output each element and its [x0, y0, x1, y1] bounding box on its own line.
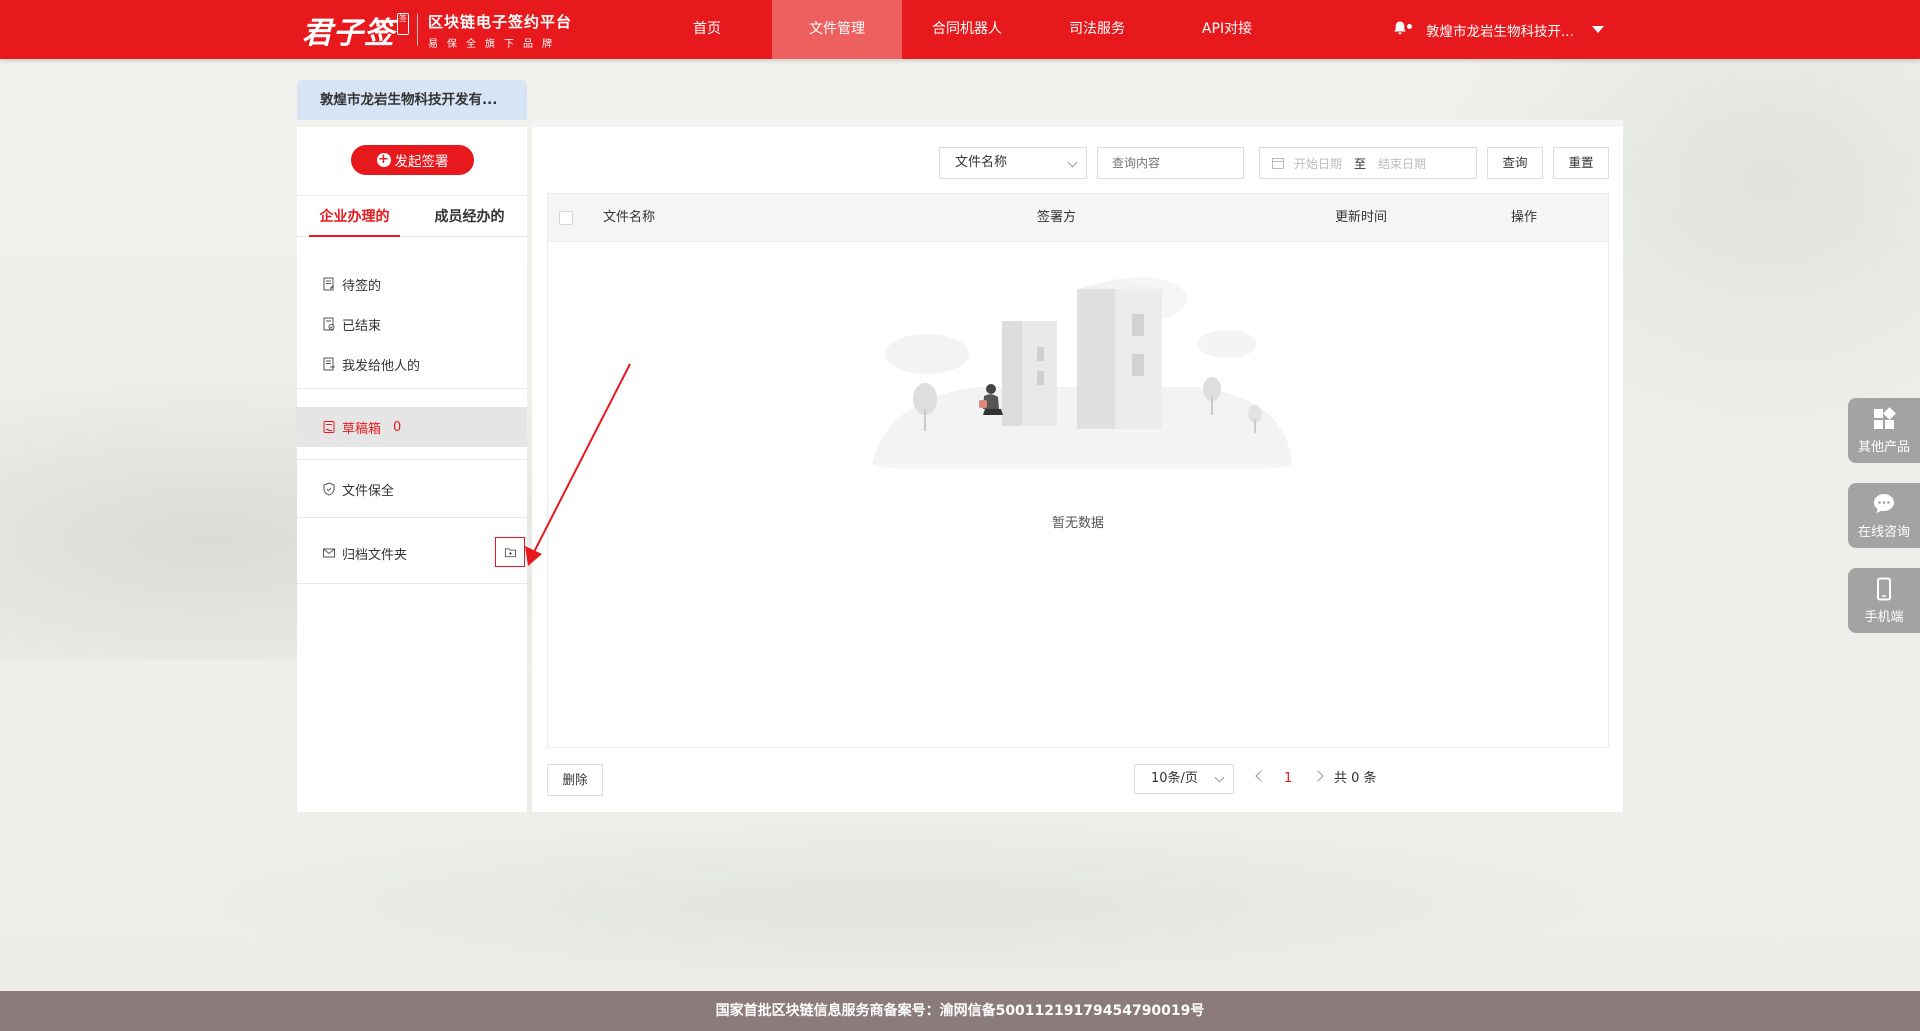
empty-state-illustration — [872, 277, 1292, 469]
chat-icon — [1874, 494, 1894, 513]
calendar-icon — [1272, 158, 1284, 169]
column-header-filename[interactable]: 文件名称 — [603, 194, 655, 242]
online-consult-button[interactable]: 在线咨询 — [1848, 483, 1920, 548]
main-content: 文件名称 开始日期 至 结束日期 查询 重置 文件名称 签署方 更新时间 操作 — [532, 120, 1623, 812]
column-header-updated[interactable]: 更新时间 — [1335, 194, 1387, 242]
menu-item-label: 我发给他人的 — [342, 358, 421, 374]
other-products-button[interactable]: 其他产品 — [1848, 398, 1920, 463]
shield-check-icon — [322, 482, 336, 496]
date-range-picker[interactable]: 开始日期 至 结束日期 — [1259, 147, 1477, 179]
query-button[interactable]: 查询 — [1487, 147, 1543, 179]
chevron-left-icon[interactable] — [1255, 770, 1267, 782]
select-all-checkbox[interactable] — [559, 211, 573, 225]
company-tab[interactable]: 敦煌市龙岩生物科技开发有... — [297, 80, 527, 120]
menu-group-preservation: 文件保全 — [297, 463, 527, 518]
folder-plus-icon — [504, 547, 516, 557]
document-check-icon — [322, 317, 336, 331]
sidebar: + 发起签署 企业办理的 成员经办的 待签的 已结束 我发给他人的 草稿箱 0 … — [297, 127, 527, 812]
logo-main-text: 君子签 — [302, 16, 395, 51]
menu-item-label: 归档文件夹 — [342, 547, 408, 563]
start-signing-button[interactable]: + 发起签署 — [351, 145, 474, 175]
menu-item-sent[interactable]: 我发给他人的 — [297, 344, 527, 384]
date-separator: 至 — [1354, 156, 1367, 171]
logo-seal: 签 — [397, 13, 409, 35]
nav-api[interactable]: API对接 — [1162, 0, 1292, 59]
empty-state-text: 暂无数据 — [1051, 516, 1104, 531]
tab-enterprise[interactable]: 企业办理的 — [297, 196, 412, 237]
account-company-name[interactable]: 敦煌市龙岩生物科技开... — [1426, 20, 1574, 40]
notification-dot — [1407, 23, 1412, 29]
main-nav: 首页 文件管理 合同机器人 司法服务 API对接 — [642, 0, 1292, 59]
phone-icon — [1877, 577, 1891, 601]
mobile-label: 手机端 — [1864, 610, 1904, 625]
online-consult-label: 在线咨询 — [1857, 525, 1910, 540]
total-count: 共 0 条 — [1334, 771, 1377, 786]
delete-button[interactable]: 删除 — [547, 764, 603, 796]
search-field-select[interactable]: 文件名称 — [939, 147, 1087, 179]
nav-contract-robot[interactable]: 合同机器人 — [902, 0, 1032, 59]
menu-group-documents: 待签的 已结束 我发给他人的 — [297, 264, 527, 389]
chevron-down-icon — [1067, 157, 1078, 168]
tab-members[interactable]: 成员经办的 — [412, 196, 527, 236]
chevron-right-icon[interactable] — [1312, 770, 1324, 782]
mobile-button[interactable]: 手机端 — [1848, 568, 1920, 633]
menu-item-pending[interactable]: 待签的 — [297, 264, 527, 304]
bell-icon[interactable] — [1392, 20, 1412, 40]
footer-registration: 国家首批区块链信息服务商备案号：渝网信备50011219179454790019… — [0, 991, 1920, 1031]
table-header: 文件名称 签署方 更新时间 操作 — [548, 194, 1608, 242]
menu-item-preservation[interactable]: 文件保全 — [297, 469, 527, 509]
menu-item-archive[interactable]: 归档文件夹 — [297, 533, 527, 573]
start-date-placeholder[interactable]: 开始日期 — [1294, 155, 1342, 172]
menu-item-label: 待签的 — [342, 278, 382, 294]
logo-title: 区块链电子签约平台 — [428, 12, 573, 31]
menu-item-label: 草稿箱 — [342, 421, 382, 437]
start-signing-label: 发起签署 — [394, 154, 449, 170]
menu-item-label: 文件保全 — [342, 483, 395, 499]
menu-group-drafts: 草稿箱 0 — [297, 403, 527, 460]
page-size-value: 10条/页 — [1151, 771, 1198, 786]
logo-text: 区块链电子签约平台 易保全旗下品牌 — [428, 11, 572, 50]
draft-icon — [322, 420, 336, 434]
header-account: 敦煌市龙岩生物科技开... — [1392, 0, 1604, 59]
nav-judicial-service[interactable]: 司法服务 — [1032, 0, 1162, 59]
logo-subtitle: 易保全旗下品牌 — [428, 38, 561, 50]
reset-button[interactable]: 重置 — [1553, 147, 1609, 179]
drafts-count: 0 — [393, 419, 402, 435]
documents-table: 文件名称 签署方 更新时间 操作 暂无数据 — [547, 193, 1609, 748]
plus-circle-icon: + — [376, 152, 391, 167]
filter-bar: 文件名称 开始日期 至 结束日期 查询 重置 — [532, 147, 1623, 179]
background-wash — [200, 820, 1600, 990]
menu-group-archive: 归档文件夹 — [297, 523, 527, 584]
nav-file-management[interactable]: 文件管理 — [772, 0, 902, 59]
search-input[interactable] — [1097, 147, 1244, 179]
logo-divider — [417, 14, 418, 46]
page-size-select[interactable]: 10条/页 — [1134, 764, 1234, 794]
search-field-value: 文件名称 — [955, 155, 1008, 170]
chevron-down-icon — [1214, 772, 1225, 783]
add-folder-button[interactable] — [495, 537, 525, 567]
logo[interactable]: 君子签 签 区块链电子签约平台 易保全旗下品牌 — [302, 10, 572, 52]
menu-item-drafts[interactable]: 草稿箱 0 — [297, 407, 527, 447]
chevron-down-icon[interactable] — [1591, 26, 1604, 33]
column-header-actions: 操作 — [1511, 210, 1538, 225]
sidebar-tabs: 企业办理的 成员经办的 — [297, 195, 527, 237]
document-edit-icon — [322, 277, 336, 291]
menu-item-label: 已结束 — [342, 318, 382, 334]
table-footer: 删除 10条/页 1 共 0 条 — [547, 764, 1609, 796]
page-number[interactable]: 1 — [1284, 764, 1292, 794]
top-header: 君子签 签 区块链电子签约平台 易保全旗下品牌 首页 文件管理 合同机器人 司法… — [0, 0, 1920, 59]
envelope-icon — [322, 546, 336, 560]
other-products-label: 其他产品 — [1857, 440, 1910, 455]
nav-home[interactable]: 首页 — [642, 0, 772, 59]
end-date-placeholder[interactable]: 结束日期 — [1378, 155, 1426, 172]
column-header-signers[interactable]: 签署方 — [1037, 194, 1076, 242]
grid-icon — [1874, 407, 1896, 429]
menu-item-finished[interactable]: 已结束 — [297, 304, 527, 344]
document-send-icon — [322, 357, 336, 371]
